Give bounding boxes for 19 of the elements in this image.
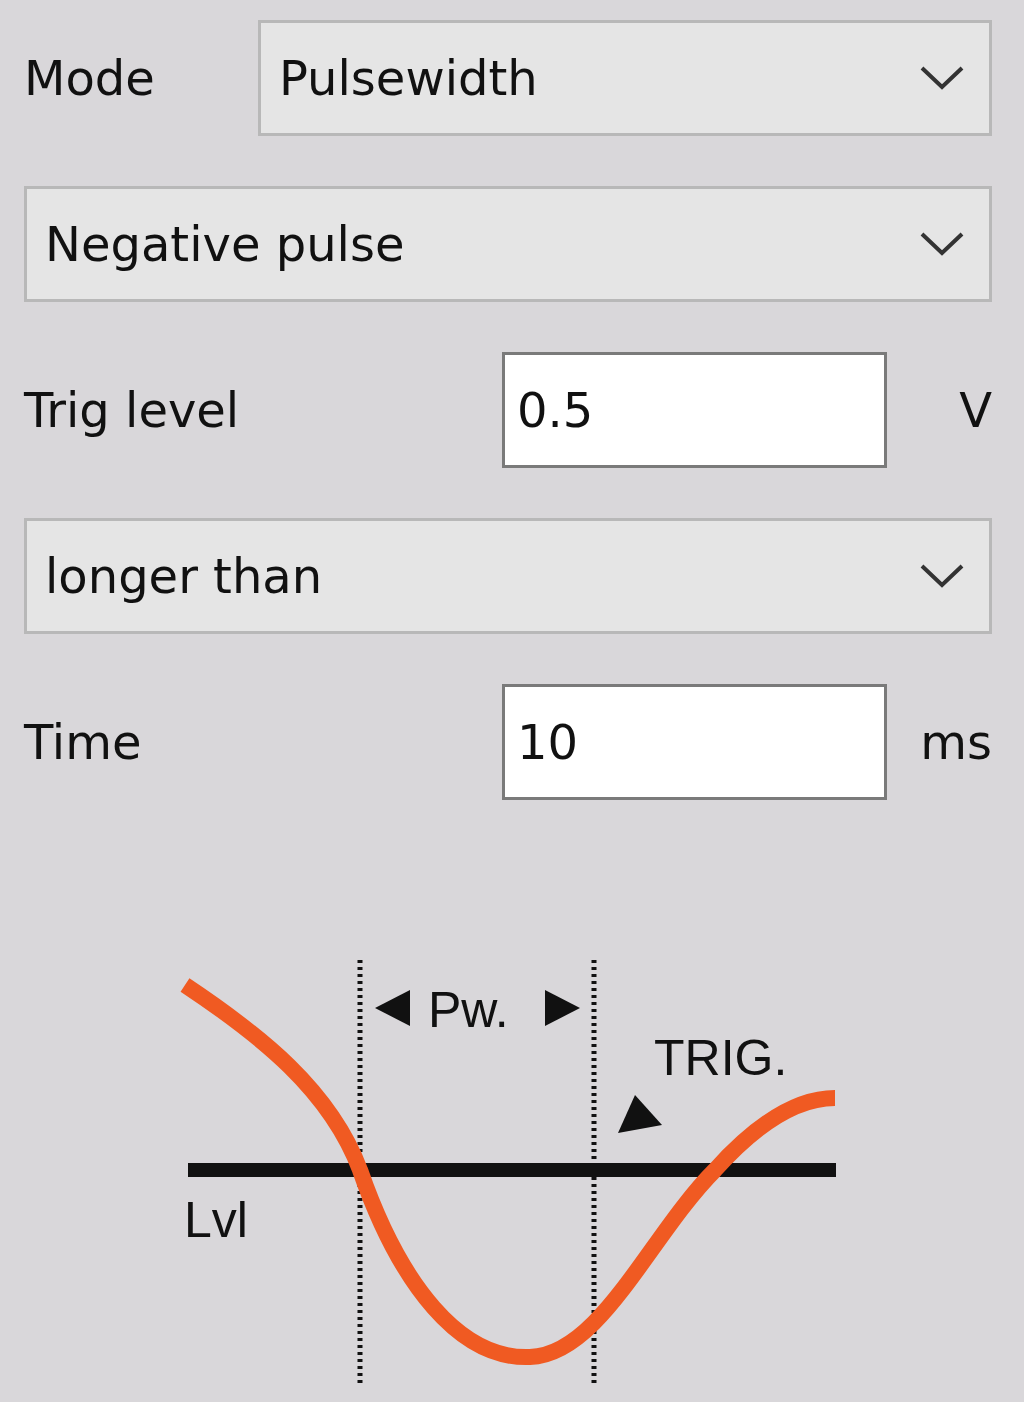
unit-label: V	[958, 382, 992, 438]
unit-label: ms	[919, 714, 992, 770]
dropdown[interactable]: longer than	[24, 518, 992, 634]
trigger-arrowhead-icon	[618, 1095, 662, 1133]
chevron-down-icon	[919, 65, 965, 91]
input-field[interactable]: 0.5	[502, 352, 887, 468]
dropdown[interactable]: Negative pulse	[24, 186, 992, 302]
chevron-down-icon	[919, 563, 965, 589]
left-arrowhead-icon	[375, 990, 410, 1026]
level-label: Lvl	[184, 1192, 248, 1248]
chevron-down-icon	[919, 231, 965, 257]
input-field[interactable]: 10	[502, 684, 887, 800]
right-arrowhead-icon	[545, 990, 580, 1026]
field-label: Mode	[24, 50, 156, 106]
dropdown[interactable]: Pulsewidth	[258, 20, 992, 136]
field-label: Time	[24, 714, 143, 770]
trigger-label: TRIG.	[654, 1030, 788, 1086]
pulse-width-label: Pw.	[428, 982, 509, 1038]
field-label: Trig level	[24, 382, 241, 438]
